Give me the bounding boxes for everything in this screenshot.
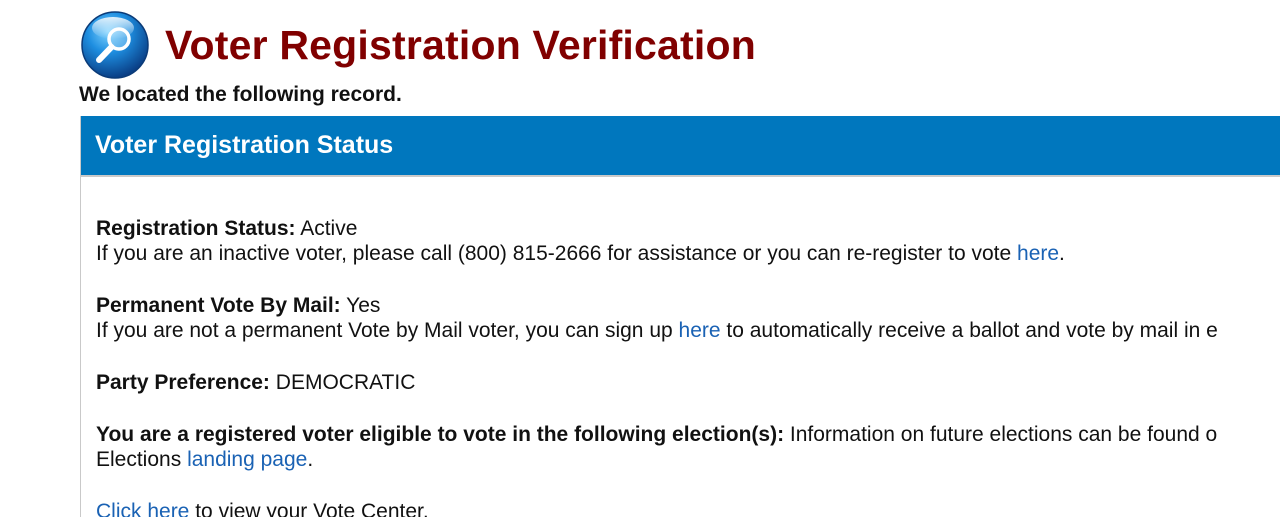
eligibility-suffix: . xyxy=(307,448,314,471)
registration-status-value: Active xyxy=(300,217,358,240)
eligibility-text: Information on future elections can be f… xyxy=(789,423,1218,446)
vote-center-row: Click here to view your Vote Center. xyxy=(96,499,1280,517)
re-register-link[interactable]: here xyxy=(1017,242,1059,265)
vote-by-mail-help-suffix: to automatically receive a ballot and vo… xyxy=(726,319,1218,342)
eligibility-line-2: Elections landing page. xyxy=(96,447,1280,472)
eligibility-line2-prefix: Elections xyxy=(96,448,182,471)
vote-by-mail-signup-link[interactable]: here xyxy=(679,319,721,342)
registration-status-label: Registration Status: xyxy=(96,217,296,240)
panel-title: Voter Registration Status xyxy=(95,131,394,159)
panel-body: Registration Status: Active If you are a… xyxy=(96,216,1280,517)
registration-help-suffix: . xyxy=(1059,242,1065,265)
vote-by-mail-value: Yes xyxy=(346,294,381,317)
registration-status-row: Registration Status: Active xyxy=(96,216,1280,241)
vote-by-mail-help-body: If you are not a permanent Vote by Mail … xyxy=(96,319,673,342)
vote-by-mail-label: Permanent Vote By Mail: xyxy=(96,294,341,317)
intro-text: We located the following record. xyxy=(79,83,402,106)
elections-landing-page-link[interactable]: landing page xyxy=(187,448,307,471)
page-header: Voter Registration Verification xyxy=(80,10,756,80)
vote-by-mail-help-text: If you are not a permanent Vote by Mail … xyxy=(96,318,1280,343)
eligibility-label: You are a registered voter eligible to v… xyxy=(96,423,785,446)
vote-center-text: to view your Vote Center. xyxy=(195,500,429,517)
eligibility-row: You are a registered voter eligible to v… xyxy=(96,422,1280,447)
vote-center-link[interactable]: Click here xyxy=(96,500,189,517)
vote-by-mail-row: Permanent Vote By Mail: Yes xyxy=(96,293,1280,318)
panel-header: Voter Registration Status xyxy=(81,116,1280,177)
registration-help-text: If you are an inactive voter, please cal… xyxy=(96,241,1280,266)
party-preference-row: Party Preference: DEMOCRATIC xyxy=(96,370,1280,395)
page-title: Voter Registration Verification xyxy=(165,21,756,68)
party-preference-value: DEMOCRATIC xyxy=(275,371,416,394)
party-preference-label: Party Preference: xyxy=(96,371,270,394)
magnifier-globe-icon xyxy=(81,11,149,79)
registration-status-panel: Voter Registration Status Registration S… xyxy=(80,116,1280,517)
registration-help-body: If you are an inactive voter, please cal… xyxy=(96,242,1012,265)
